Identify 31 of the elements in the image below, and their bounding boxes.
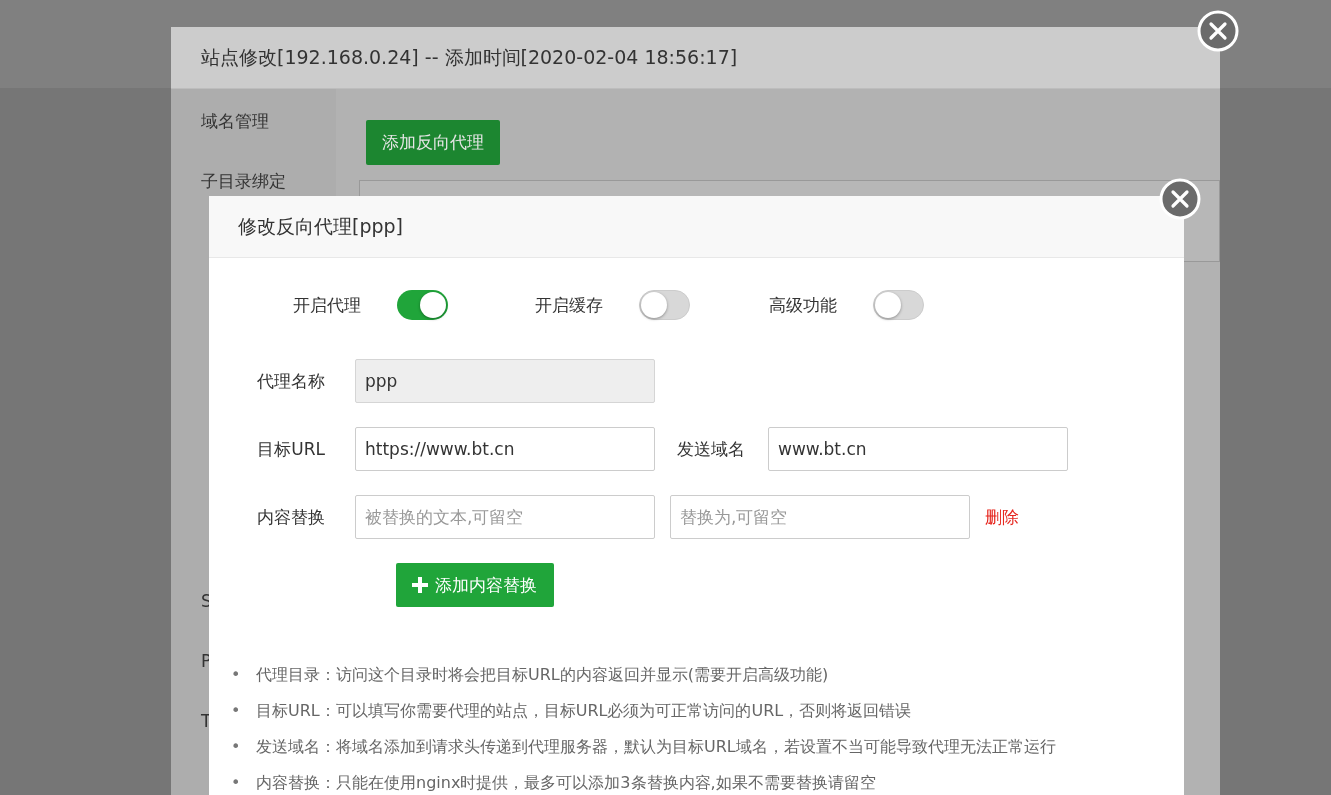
dialog-title: 站点修改[192.168.0.24] -- 添加时间[2020-02-04 18:56:17] (201, 44, 738, 70)
url-field[interactable]: https://www.bt.cn (355, 427, 655, 471)
input-field[interactable]: 被替换的文本,可留空 (355, 495, 655, 539)
toggle-switch[interactable] (873, 290, 924, 320)
toggle-switch[interactable] (639, 290, 690, 320)
toggle-switch[interactable] (397, 290, 448, 320)
field-label: 目标URL (256, 437, 325, 461)
switch-label: 开启代理 (293, 293, 362, 317)
input-field[interactable]: 替换为,可留空 (670, 495, 970, 539)
switch-label: 开启缓存 (535, 293, 604, 317)
field-label: 代理名称 (256, 369, 325, 393)
dialog-title: 修改反向代理[ppp] (238, 213, 403, 239)
sidebar-item[interactable]: 域名管理 (171, 89, 336, 149)
close-icon[interactable] (1197, 10, 1239, 52)
bullet: • (231, 663, 242, 686)
note-text: 代理目录：访问这个目录时将会把目标URL的内容返回并显示(需要开启高级功能) (256, 663, 829, 686)
delete-link[interactable]: 删除 (985, 505, 1019, 529)
bullet: • (231, 699, 242, 722)
domain-field[interactable]: www.bt.cn (768, 427, 1068, 471)
note-text: 发送域名：将域名添加到请求头传递到代理服务器，默认为目标URL域名，若设置不当可能导致代理无法正常运行 (256, 735, 1056, 758)
add-replace-button[interactable]: 添加内容替换 (396, 563, 554, 607)
field-label: 内容替换 (256, 505, 325, 529)
note-text: 目标URL：可以填写你需要代理的站点，目标URL必须为可正常访问的URL，否则将返回错误 (256, 699, 912, 722)
add-proxy-button[interactable]: 添加反向代理 (366, 120, 500, 165)
note-text: 内容替换：只能在使用nginx时提供，最多可以添加3条替换内容,如果不需要替换请留空 (256, 771, 876, 794)
switch-label: 高级功能 (769, 293, 838, 317)
bullet: • (231, 735, 242, 758)
plus-icon (412, 577, 428, 593)
bullet: • (231, 771, 242, 794)
field-label: 发送域名 (677, 437, 745, 461)
close-icon[interactable] (1159, 178, 1201, 220)
